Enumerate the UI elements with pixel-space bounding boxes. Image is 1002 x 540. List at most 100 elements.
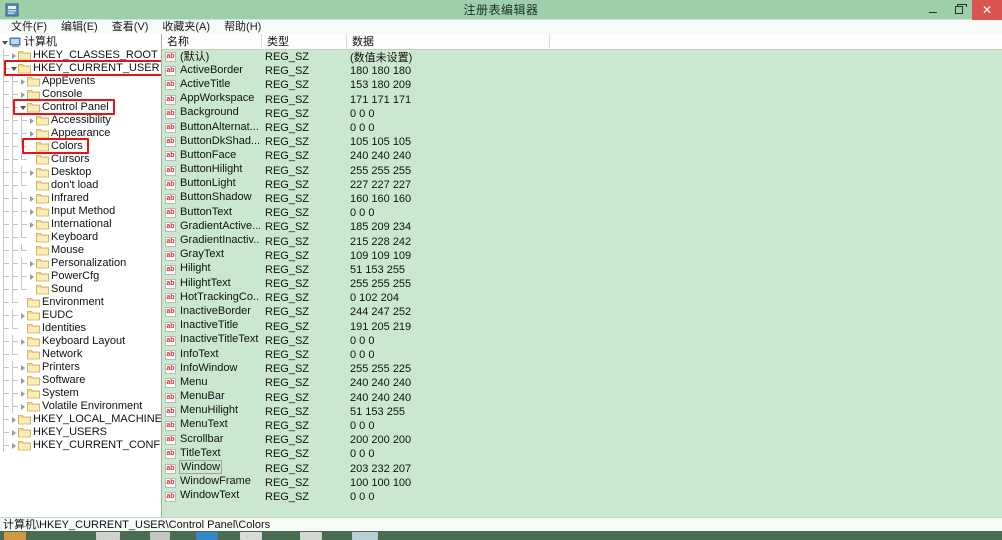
tree-item-accessibility[interactable]: Accessibility xyxy=(0,114,161,127)
taskbar[interactable] xyxy=(0,531,1002,540)
table-row[interactable]: ab WindowFrame REG_SZ 100 100 100 xyxy=(162,475,1002,490)
tree-item-software[interactable]: Software xyxy=(0,374,161,387)
table-row[interactable]: ab InactiveTitle REG_SZ 191 205 219 xyxy=(162,319,1002,334)
chevron-down-icon[interactable] xyxy=(18,101,27,114)
table-row[interactable]: ab InactiveBorder REG_SZ 244 247 252 xyxy=(162,305,1002,319)
explorer-icon[interactable] xyxy=(96,532,120,540)
chevron-right-icon[interactable] xyxy=(18,387,27,400)
tree-item-keyboard-layout[interactable]: Keyboard Layout xyxy=(0,335,161,348)
tree-item-keyboard[interactable]: Keyboard xyxy=(0,231,161,244)
tree-item-personalization[interactable]: Personalization xyxy=(0,257,161,270)
table-row[interactable]: ab InfoWindow REG_SZ 255 255 225 xyxy=(162,362,1002,376)
table-row[interactable]: ab (默认) REG_SZ (数值未设置) xyxy=(162,50,1002,64)
tree-item-hkey-local-machine[interactable]: HKEY_LOCAL_MACHINE xyxy=(0,413,161,426)
table-row[interactable]: ab TitleText REG_SZ 0 0 0 xyxy=(162,447,1002,461)
menu-view[interactable]: 查看(V) xyxy=(105,20,156,34)
chevron-right-icon[interactable] xyxy=(18,335,27,348)
chevron-right-icon[interactable] xyxy=(9,49,18,62)
table-row[interactable]: ab ButtonLight REG_SZ 227 227 227 xyxy=(162,177,1002,192)
media-icon[interactable] xyxy=(150,532,170,540)
chevron-right-icon[interactable] xyxy=(27,192,36,205)
tree-item--[interactable]: 计算机 xyxy=(0,36,161,49)
chevron-right-icon[interactable] xyxy=(18,400,27,413)
tree-item-environment[interactable]: Environment xyxy=(0,296,161,309)
chevron-down-icon[interactable] xyxy=(9,62,18,75)
chevron-right-icon[interactable] xyxy=(9,413,18,426)
tree-item-hkey-current-config[interactable]: HKEY_CURRENT_CONFIG xyxy=(0,439,161,452)
table-row[interactable]: ab MenuText REG_SZ 0 0 0 xyxy=(162,418,1002,433)
tree-item-control-panel[interactable]: Control Panel xyxy=(0,101,161,114)
chevron-right-icon[interactable] xyxy=(18,361,27,374)
tree-item-hkey-current-user[interactable]: HKEY_CURRENT_USER xyxy=(0,62,161,75)
tree-item-infrared[interactable]: Infrared xyxy=(0,192,161,205)
chevron-right-icon[interactable] xyxy=(9,439,18,452)
tree-item-identities[interactable]: Identities xyxy=(0,322,161,335)
app-icon[interactable] xyxy=(240,532,262,540)
menu-file[interactable]: 文件(F) xyxy=(4,20,54,34)
column-header-data[interactable]: 数据 xyxy=(347,34,550,50)
tree-item-eudc[interactable]: EUDC xyxy=(0,309,161,322)
table-row[interactable]: ab GradientActive... REG_SZ 185 209 234 xyxy=(162,220,1002,234)
chevron-right-icon[interactable] xyxy=(27,166,36,179)
table-row[interactable]: ab Scrollbar REG_SZ 200 200 200 xyxy=(162,433,1002,447)
chevron-right-icon[interactable] xyxy=(9,426,18,439)
table-row[interactable]: ab HilightText REG_SZ 255 255 255 xyxy=(162,277,1002,291)
tree-item-sound[interactable]: Sound xyxy=(0,283,161,296)
table-row[interactable]: ab MenuHilight REG_SZ 51 153 255 xyxy=(162,404,1002,419)
table-row[interactable]: ab Window REG_SZ 203 232 207 xyxy=(162,460,1002,475)
title-bar[interactable]: 注册表编辑器 ✕ xyxy=(0,0,1002,20)
table-row[interactable]: ab Hilight REG_SZ 51 153 255 xyxy=(162,262,1002,277)
tree-item-hkey-users[interactable]: HKEY_USERS xyxy=(0,426,161,439)
registry-tree-pane[interactable]: 计算机 HKEY_CLASSES_ROOT HKEY_CURRENT_USER App… xyxy=(0,34,162,517)
chevron-right-icon[interactable] xyxy=(27,257,36,270)
tree-item-appearance[interactable]: Appearance xyxy=(0,127,161,140)
chevron-right-icon[interactable] xyxy=(27,127,36,140)
table-row[interactable]: ab ButtonHilight REG_SZ 255 255 255 xyxy=(162,163,1002,178)
table-row[interactable]: ab ButtonText REG_SZ 0 0 0 xyxy=(162,206,1002,220)
table-row[interactable]: ab InactiveTitleText REG_SZ 0 0 0 xyxy=(162,333,1002,348)
tree-item-international[interactable]: International xyxy=(0,218,161,231)
tree-item-system[interactable]: System xyxy=(0,387,161,400)
tree-item-volatile-environment[interactable]: Volatile Environment xyxy=(0,400,161,413)
chevron-right-icon[interactable] xyxy=(27,205,36,218)
tree-item-desktop[interactable]: Desktop xyxy=(0,166,161,179)
chevron-right-icon[interactable] xyxy=(27,270,36,283)
tree-item-input-method[interactable]: Input Method xyxy=(0,205,161,218)
chevron-right-icon[interactable] xyxy=(18,88,27,101)
chevron-right-icon[interactable] xyxy=(18,75,27,88)
tree-item-mouse[interactable]: Mouse xyxy=(0,244,161,257)
chevron-right-icon[interactable] xyxy=(27,114,36,127)
table-row[interactable]: ab ButtonDkShad... REG_SZ 105 105 105 xyxy=(162,135,1002,149)
menu-favorites[interactable]: 收藏夹(A) xyxy=(155,20,217,34)
table-row[interactable]: ab Menu REG_SZ 240 240 240 xyxy=(162,376,1002,390)
table-row[interactable]: ab ActiveTitle REG_SZ 153 180 209 xyxy=(162,78,1002,92)
table-row[interactable]: ab GradientInactiv... REG_SZ 215 228 242 xyxy=(162,234,1002,248)
chevron-right-icon[interactable] xyxy=(18,309,27,322)
table-row[interactable]: ab HotTrackingCo... REG_SZ 0 102 204 xyxy=(162,291,1002,305)
menu-help[interactable]: 帮助(H) xyxy=(217,20,268,34)
table-row[interactable]: ab ButtonFace REG_SZ 240 240 240 xyxy=(162,149,1002,163)
table-row[interactable]: ab GrayText REG_SZ 109 109 109 xyxy=(162,248,1002,263)
table-row[interactable]: ab AppWorkspace REG_SZ 171 171 171 xyxy=(162,92,1002,107)
column-header-type[interactable]: 类型 xyxy=(262,34,347,50)
window-icon[interactable] xyxy=(352,532,378,540)
table-row[interactable]: ab ButtonShadow REG_SZ 160 160 160 xyxy=(162,191,1002,206)
tree-item-hkey-classes-root[interactable]: HKEY_CLASSES_ROOT xyxy=(0,49,161,62)
table-row[interactable]: ab WindowText REG_SZ 0 0 0 xyxy=(162,489,1002,504)
tree-item-colors[interactable]: Colors xyxy=(0,140,161,153)
chevron-right-icon[interactable] xyxy=(27,218,36,231)
tree-item-network[interactable]: Network xyxy=(0,348,161,361)
chevron-right-icon[interactable] xyxy=(18,374,27,387)
table-row[interactable]: ab ButtonAlternat... REG_SZ 0 0 0 xyxy=(162,121,1002,135)
chevron-down-icon[interactable] xyxy=(0,36,9,49)
tree-item-console[interactable]: Console xyxy=(0,88,161,101)
table-row[interactable]: ab Background REG_SZ 0 0 0 xyxy=(162,106,1002,121)
table-row[interactable]: ab MenuBar REG_SZ 240 240 240 xyxy=(162,390,1002,405)
circle-icon[interactable] xyxy=(300,532,322,540)
tree-item-cursors[interactable]: Cursors xyxy=(0,153,161,166)
tree-item-don-t-load[interactable]: don't load xyxy=(0,179,161,192)
menu-edit[interactable]: 编辑(E) xyxy=(54,20,105,34)
start-orb[interactable] xyxy=(4,532,26,540)
registry-values-pane[interactable]: 名称 类型 数据 ab (默认) REG_SZ (数值未设置) ab ActiveBorder… xyxy=(162,34,1002,517)
tree-item-powercfg[interactable]: PowerCfg xyxy=(0,270,161,283)
